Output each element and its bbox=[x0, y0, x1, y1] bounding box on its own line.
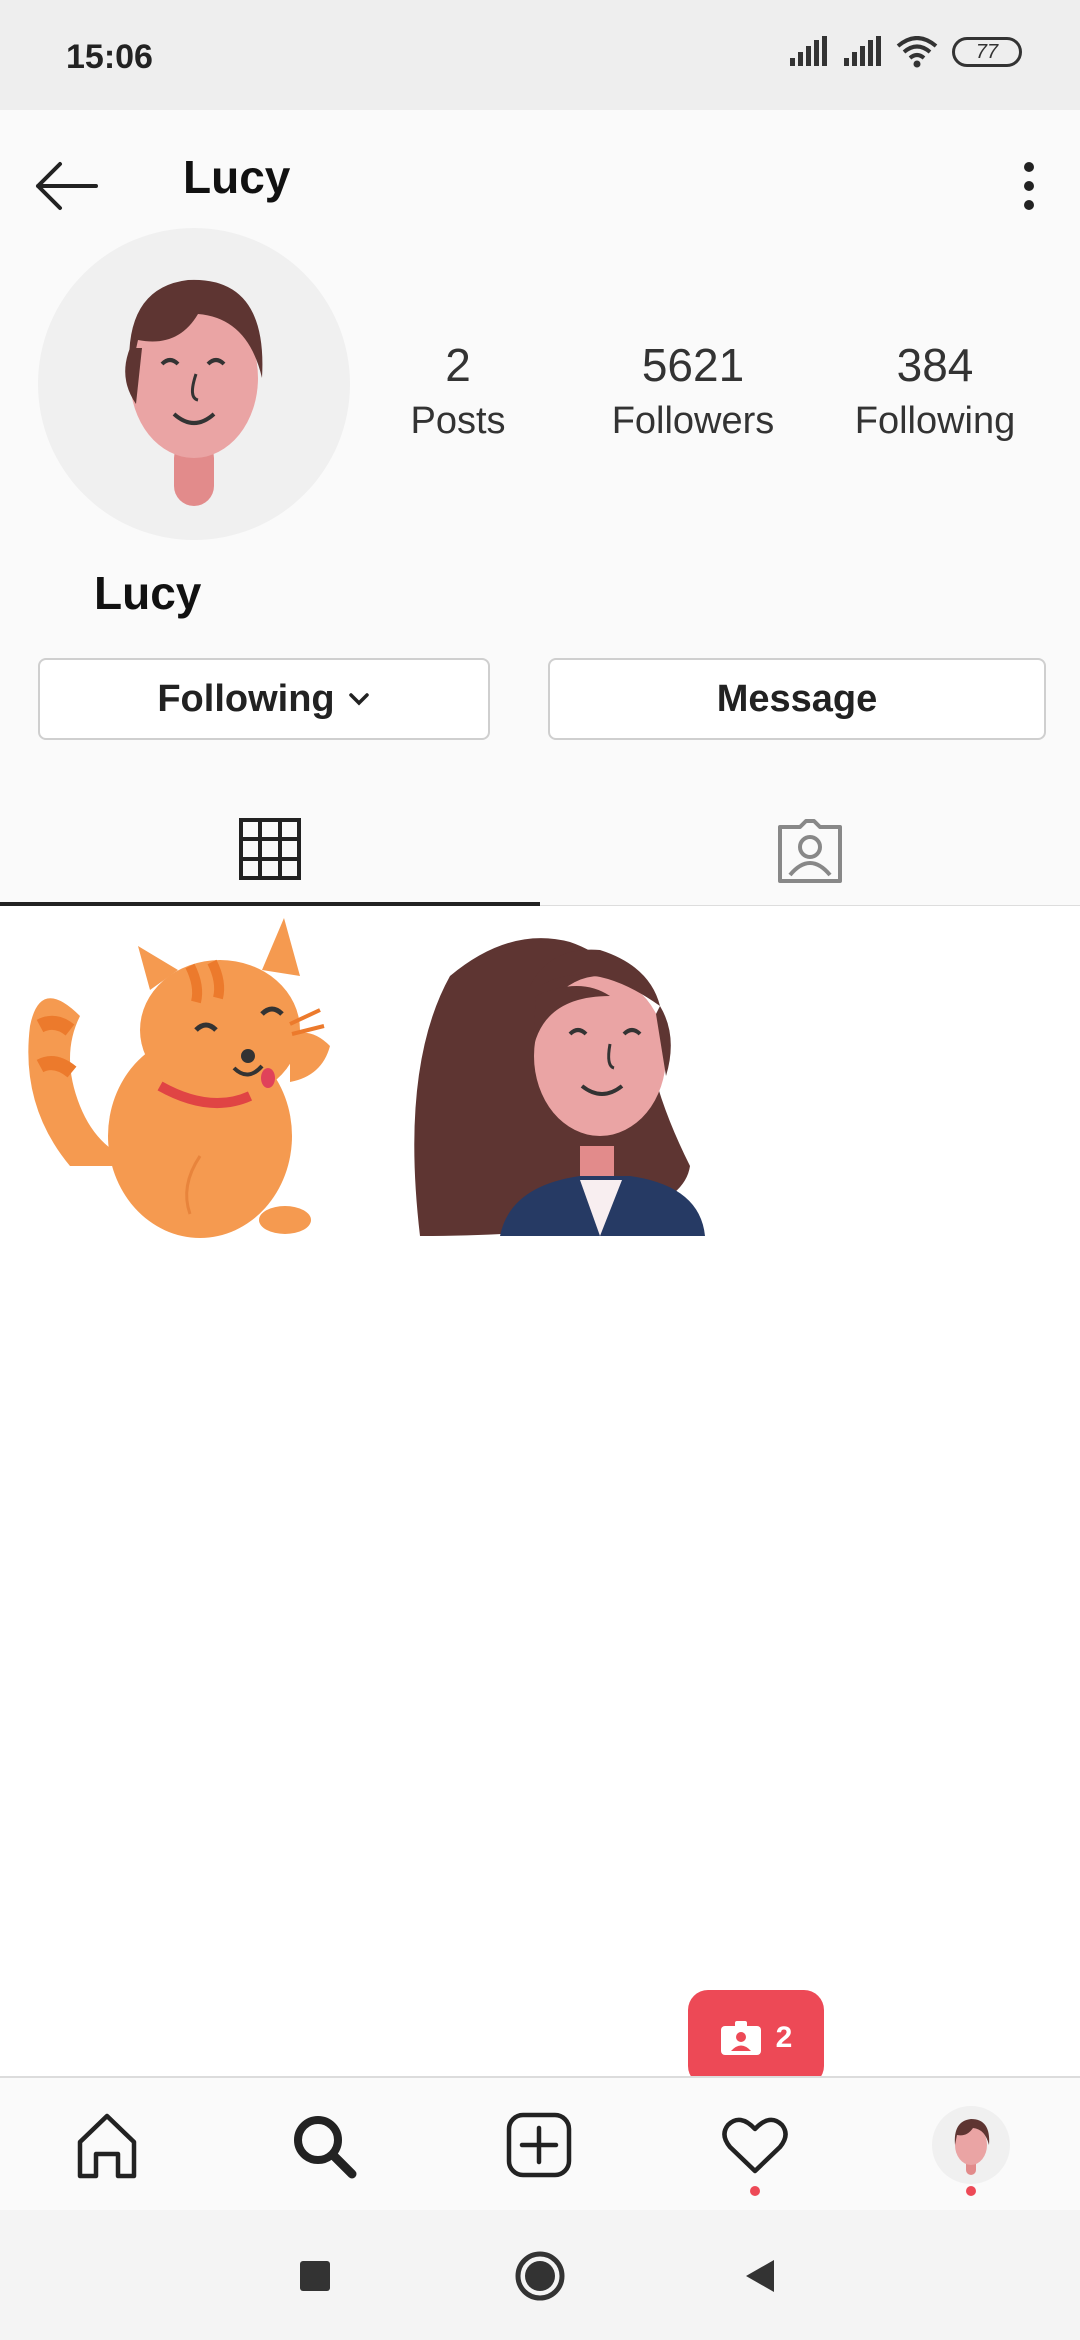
battery-level: 77 bbox=[975, 40, 999, 63]
nav-search[interactable] bbox=[278, 2100, 368, 2190]
notification-count: 2 bbox=[775, 2021, 793, 2054]
triangle-back-icon bbox=[746, 2260, 774, 2292]
signal-icon bbox=[790, 36, 827, 66]
tab-tagged[interactable] bbox=[540, 796, 1080, 906]
recent-apps-button[interactable] bbox=[285, 2246, 345, 2306]
activity-notification-bubble[interactable]: 2 bbox=[688, 1990, 824, 2106]
nav-activity[interactable] bbox=[710, 2100, 800, 2190]
following-button[interactable]: Following bbox=[38, 658, 490, 740]
heart-icon bbox=[722, 2117, 788, 2174]
posts-label: Posts bbox=[410, 400, 506, 442]
home-system-button[interactable] bbox=[510, 2246, 570, 2306]
status-icons: 77 bbox=[788, 36, 1022, 68]
profile-avatar[interactable] bbox=[38, 228, 350, 540]
system-nav-bar bbox=[0, 2210, 1080, 2340]
nav-home[interactable] bbox=[62, 2100, 152, 2190]
nav-add-post[interactable] bbox=[494, 2100, 584, 2190]
posts-count: 2 bbox=[445, 339, 471, 391]
add-post-icon bbox=[506, 2112, 572, 2178]
woman-illustration bbox=[414, 938, 705, 1236]
wifi-icon bbox=[896, 36, 938, 68]
grid-icon bbox=[239, 818, 301, 880]
status-time: 15:06 bbox=[66, 38, 153, 76]
more-options-button[interactable] bbox=[1005, 148, 1053, 224]
profile-dot bbox=[966, 2186, 976, 2196]
following-button-label: Following bbox=[157, 677, 335, 720]
avatar-illustration bbox=[125, 279, 263, 506]
signal-icon bbox=[844, 36, 881, 66]
nav-profile[interactable] bbox=[926, 2100, 1016, 2190]
more-vertical-icon bbox=[1024, 162, 1034, 172]
activity-dot bbox=[750, 2186, 760, 2196]
header-title: Lucy bbox=[183, 151, 291, 203]
stat-followers[interactable]: 5621 Followers bbox=[598, 338, 788, 443]
person-badge-icon bbox=[720, 2021, 761, 2055]
tagged-person-icon bbox=[778, 818, 842, 883]
profile-area: Lucy 2 Posts 5621 Followers 384 Followin… bbox=[0, 110, 1080, 906]
arrow-left-icon bbox=[36, 162, 98, 210]
tab-grid[interactable] bbox=[0, 796, 540, 906]
home-icon bbox=[77, 2113, 137, 2179]
battery-icon: 77 bbox=[952, 37, 1022, 67]
followers-label: Followers bbox=[611, 400, 775, 442]
display-name: Lucy bbox=[94, 567, 202, 619]
message-button-label: Message bbox=[716, 677, 878, 720]
search-icon bbox=[294, 2116, 357, 2179]
stat-posts[interactable]: 2 Posts bbox=[398, 338, 518, 443]
following-count: 384 bbox=[896, 339, 974, 391]
chevron-down-icon bbox=[348, 693, 369, 706]
post-woman[interactable] bbox=[360, 906, 718, 1264]
following-label: Following bbox=[854, 400, 1016, 442]
stat-following[interactable]: 384 Following bbox=[835, 338, 1035, 443]
back-system-button[interactable] bbox=[730, 2246, 790, 2306]
back-button[interactable] bbox=[30, 150, 102, 222]
bottom-nav bbox=[0, 2076, 1080, 2210]
avatar-icon bbox=[932, 2106, 1010, 2184]
circle-icon bbox=[515, 2251, 565, 2301]
square-icon bbox=[300, 2261, 330, 2291]
cat-illustration bbox=[28, 918, 330, 1238]
message-button[interactable]: Message bbox=[548, 658, 1046, 740]
followers-count: 5621 bbox=[641, 339, 745, 391]
status-bar: 15:06 77 bbox=[0, 0, 1080, 110]
post-cat[interactable] bbox=[0, 906, 358, 1264]
